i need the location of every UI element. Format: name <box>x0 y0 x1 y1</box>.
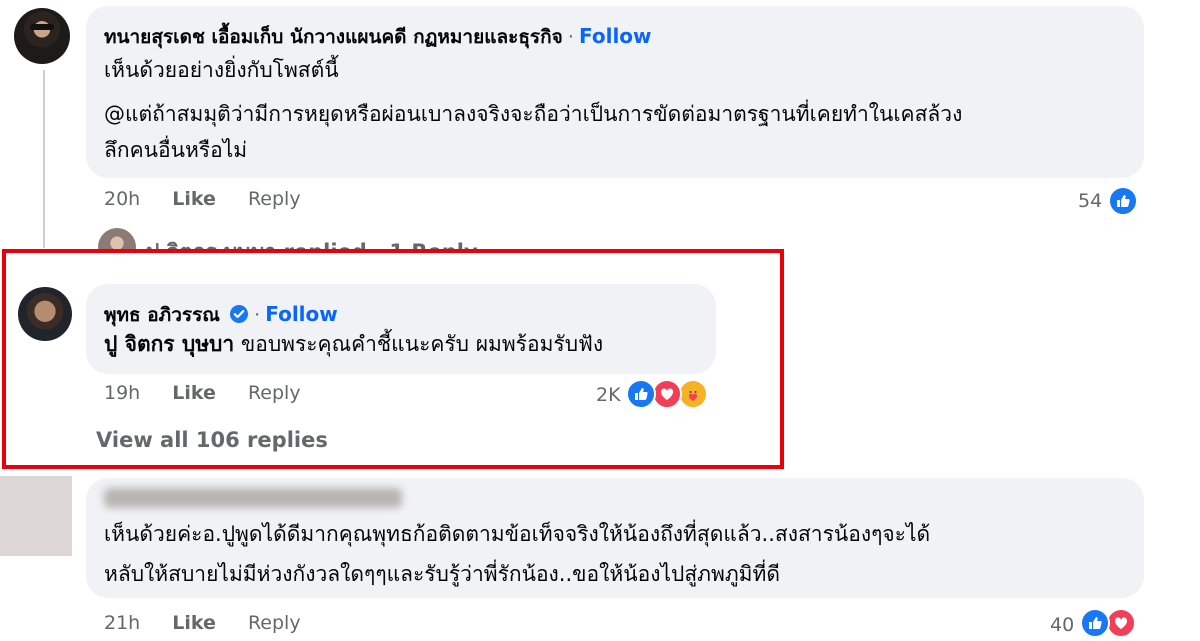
follow-button[interactable]: Follow <box>265 302 338 326</box>
avatar[interactable] <box>0 476 72 556</box>
comment-actions: 20h Like Reply <box>104 188 301 210</box>
mention-link[interactable]: ปู จิตกร บุษบา <box>104 332 234 356</box>
timestamp[interactable]: 19h <box>104 382 140 404</box>
reaction-count[interactable]: 40 <box>1050 614 1074 636</box>
reply-button[interactable]: Reply <box>248 382 301 404</box>
like-reaction-icon <box>1108 186 1138 216</box>
love-reaction-icon <box>652 379 682 409</box>
separator: · <box>567 26 574 48</box>
avatar[interactable] <box>18 287 72 341</box>
comment-text: หลับให้สบายไม่มีห่วงกังวลใดๆๆและรับรู้ว่… <box>104 562 781 586</box>
timestamp[interactable]: 21h <box>104 612 140 634</box>
reply-button[interactable]: Reply <box>248 188 301 210</box>
comment-text: @แต่ถ้าสมมุติว่ามีการหยุดหรือผ่อนเบาลงจร… <box>104 102 963 126</box>
reaction-count[interactable]: 54 <box>1078 190 1102 212</box>
comment-author-redacted <box>104 488 402 508</box>
comment-author[interactable]: พุทธ อภิวรรณ <box>104 304 220 326</box>
like-reaction-icon <box>626 379 656 409</box>
comment-text: ปู จิตกร บุษบา ขอบพระคุณคำชี้แนะครับ ผมพ… <box>104 326 603 362</box>
like-button[interactable]: Like <box>172 382 216 404</box>
avatar[interactable] <box>14 8 70 64</box>
comment-body: ขอบพระคุณคำชี้แนะครับ ผมพร้อมรับฟัง <box>234 332 604 356</box>
comment-text: ลึกคนอื่นหรือไม่ <box>104 138 248 162</box>
view-replies-link[interactable]: View all 106 replies <box>96 428 328 452</box>
reply-button[interactable]: Reply <box>248 612 301 634</box>
comment-text: เห็นด้วยค่ะอ.ปูพูดได้ดีมากคุณพุทธก้อติดต… <box>104 522 931 546</box>
comment-actions: 19h Like Reply <box>104 382 301 404</box>
like-reaction-icon <box>1080 608 1110 638</box>
like-button[interactable]: Like <box>172 188 216 210</box>
comment-text: เห็นด้วยอย่างยิ่งกับโพสต์นี้ <box>104 58 339 82</box>
comment-actions: 21h Like Reply <box>104 612 301 634</box>
reaction-count[interactable]: 2K <box>596 384 621 406</box>
like-button[interactable]: Like <box>172 612 216 634</box>
love-reaction-icon <box>1106 608 1136 638</box>
timestamp[interactable]: 20h <box>104 188 140 210</box>
thread-line <box>43 70 45 248</box>
comment-author[interactable]: ทนายสุรเดช เอื้อมเก็บ นักวางแผนคดี กฏหมา… <box>104 26 563 48</box>
verified-badge-icon <box>229 304 249 328</box>
follow-button[interactable]: Follow <box>579 24 652 48</box>
care-reaction-icon <box>678 379 708 409</box>
separator: · <box>254 304 261 326</box>
comment-header: ทนายสุรเดช เอื้อมเก็บ นักวางแผนคดี กฏหมา… <box>104 22 652 52</box>
